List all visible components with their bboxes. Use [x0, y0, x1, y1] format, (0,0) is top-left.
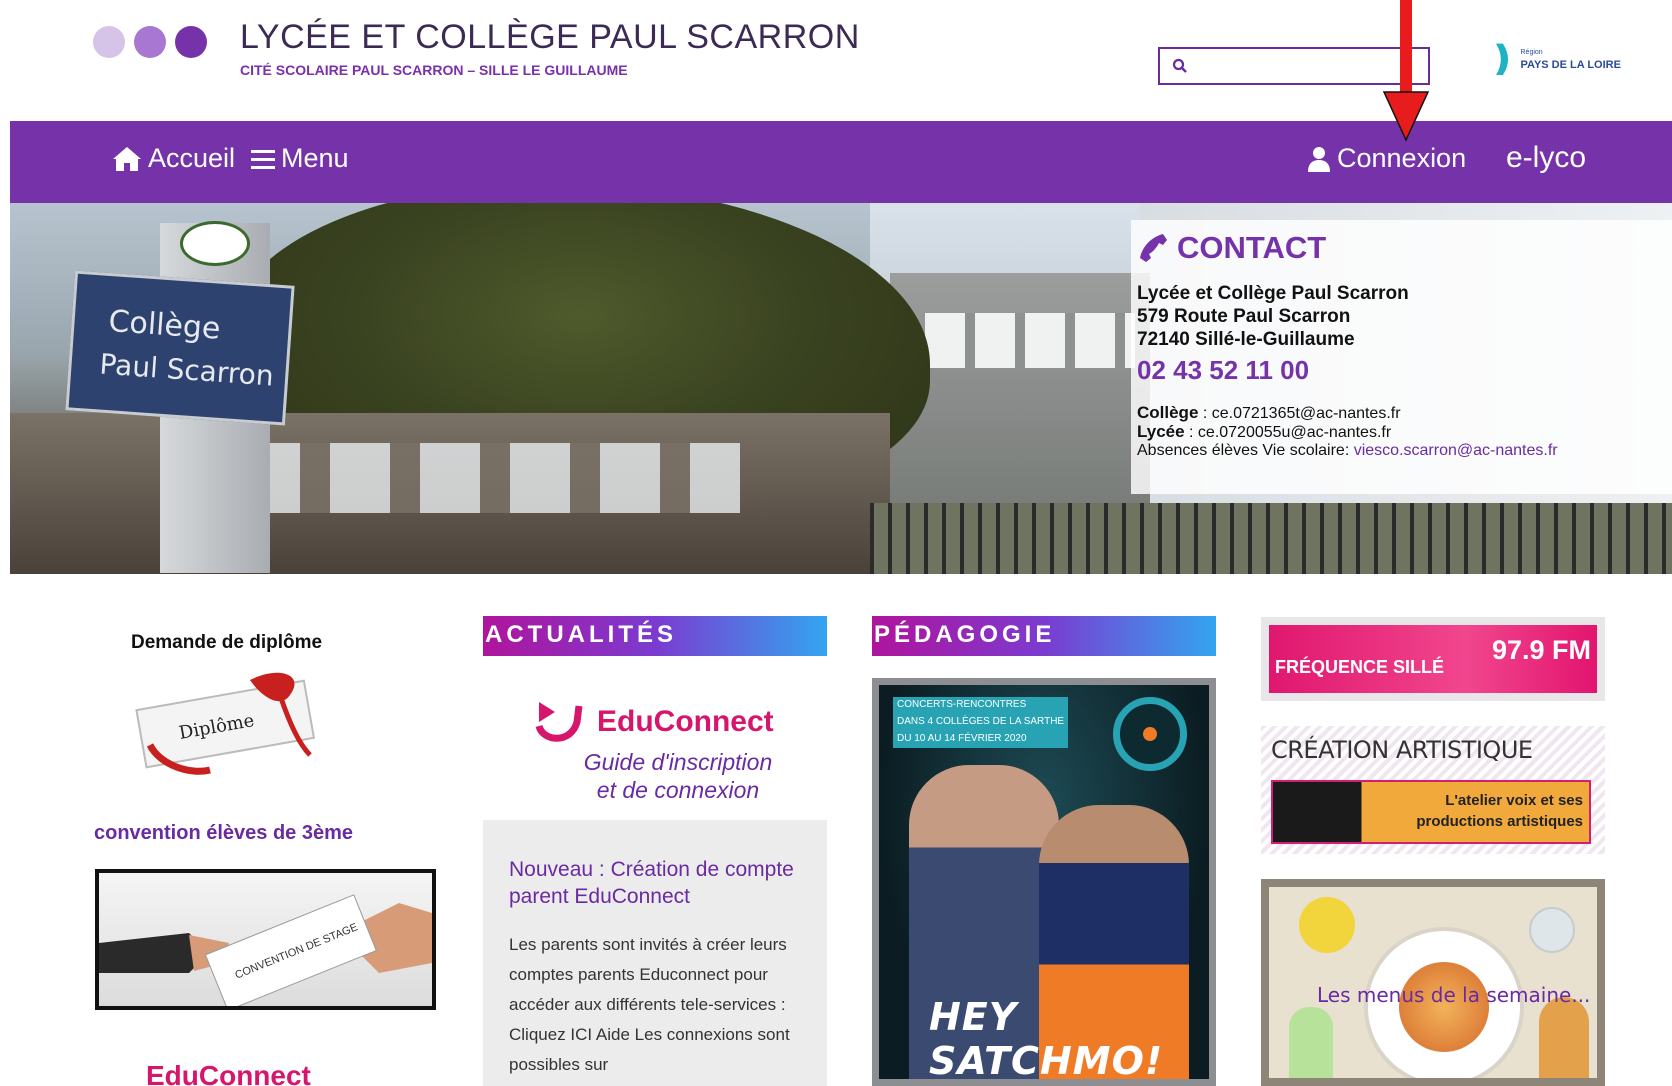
hero-sign-line1: Collège [107, 304, 222, 347]
educonnect-bottom-link[interactable]: EduConnect [146, 1060, 311, 1086]
menus-label: Les menus de la semaine... [1317, 983, 1591, 1007]
contact-emails: Collège : ce.0721365t@ac-nantes.fr Lycée… [1137, 404, 1672, 460]
contact-panel: CONTACT Lycée et Collège Paul Scarron 57… [1131, 220, 1672, 494]
contact-address-line1: Lycée et Collège Paul Scarron [1137, 283, 1409, 304]
logo-dot-dark [175, 26, 207, 58]
phone-icon [1140, 234, 1167, 262]
absences-email-link[interactable]: viesco.scarron@ac-nantes.fr [1354, 442, 1558, 459]
radio-frequency: 97.9 FM [1491, 635, 1591, 665]
hero-school-sign: Collège Paul Scarron [65, 270, 295, 426]
nav-home-label: Accueil [148, 143, 236, 173]
radio-banner[interactable]: FRÉQUENCE SILLÉ 97.9 FM [1261, 617, 1605, 701]
diploma-image[interactable]: Diplôme [130, 665, 320, 780]
creation-band-line2: productions artistiques [1416, 813, 1583, 830]
news-body: Les parents sont invités à créer leurs c… [509, 935, 790, 1074]
red-arrow-annotation [1382, 0, 1430, 142]
educonnect-subtitle-line1: Guide d'inscription [583, 749, 773, 775]
menus-image: Les menus de la semaine... [1269, 887, 1597, 1078]
creation-title: CRÉATION ARTISTIQUE [1271, 736, 1533, 764]
hero-windows-mid [925, 313, 1135, 368]
food-icon [1399, 962, 1489, 1052]
lycee-label: Lycée [1137, 422, 1185, 441]
educonnect-logo-icon [535, 702, 583, 742]
pedagogie-heading[interactable]: PÉDAGOGIE [872, 616, 1216, 656]
creation-band-text: L'atelier voix et ses productions artist… [1416, 790, 1583, 832]
pedagogie-poster[interactable]: CONCERTS-RENCONTRES DANS 4 COLLÈGES DE L… [872, 678, 1216, 1086]
absences-label: Absences élèves Vie scolaire: [1137, 442, 1354, 459]
hero-windows-left [240, 443, 740, 513]
glass-icon [1529, 907, 1575, 953]
college-email[interactable]: : ce.0721365t@ac-nantes.fr [1198, 405, 1401, 422]
educonnect-subtitle-line2: et de connexion [596, 777, 760, 803]
poster-tag-line1: CONCERTS-RENCONTRES [897, 699, 1027, 710]
college-label: Collège [1137, 403, 1199, 422]
convention-illustration: CONVENTION DE STAGE [99, 894, 432, 1012]
menus-banner[interactable]: Les menus de la semaine... [1261, 879, 1605, 1086]
creation-band: L'atelier voix et ses productions artist… [1271, 780, 1591, 844]
search-icon[interactable] [1172, 58, 1188, 74]
jazz-badge-icon [1113, 697, 1187, 771]
poster-tag-line2: DANS 4 COLLÈGES DE LA SARTHE [897, 716, 1065, 727]
user-icon [1308, 146, 1330, 172]
radio-banner-inner: FRÉQUENCE SILLÉ 97.9 FM [1269, 625, 1597, 693]
salad-icon [1289, 1007, 1333, 1078]
bread-icon [1539, 997, 1589, 1078]
poster-tag-line3: DU 10 AU 14 FÉVRIER 2020 [897, 733, 1027, 744]
logo-dots[interactable] [93, 26, 207, 58]
creation-band-line1: L'atelier voix et ses [1445, 792, 1583, 809]
educonnect-name: EduConnect [597, 705, 774, 738]
contact-address-line3: 72140 Sillé-le-Guillaume [1137, 329, 1355, 350]
lemon-icon [1299, 897, 1355, 953]
site-title[interactable]: LYCÉE ET COLLÈGE PAUL SCARRON [240, 18, 860, 57]
contact-address-line2: 579 Route Paul Scarron [1137, 306, 1351, 327]
region-logo-small: Région [1520, 49, 1543, 56]
news-item: Nouveau : Création de compte parent EduC… [483, 820, 827, 1086]
convention-title[interactable]: convention élèves de 3ème [94, 822, 353, 845]
elyco-link[interactable]: e-lyco [1506, 141, 1586, 175]
logo-dot-medium [134, 26, 166, 58]
poster-title: HEY SATCHMO! [929, 995, 1164, 1079]
region-logo-mark-icon: ❫ [1488, 40, 1517, 78]
hero-fence [870, 503, 1672, 574]
news-title[interactable]: Nouveau : Création de compte parent EduC… [509, 856, 803, 910]
educonnect-logo: EduConnect [535, 698, 774, 746]
educonnect-card[interactable]: EduConnect Guide d'inscription et de con… [483, 680, 827, 820]
home-icon [113, 146, 141, 171]
diploma-title[interactable]: Demande de diplôme [131, 632, 322, 654]
educonnect-subtitle: Guide d'inscription et de connexion [483, 748, 873, 804]
logo-dot-light [93, 26, 125, 58]
nav-login-label: Connexion [1337, 143, 1467, 173]
lycee-email[interactable]: : ce.0720055u@ac-nantes.fr [1185, 424, 1391, 441]
contact-phone[interactable]: 02 43 52 11 00 [1137, 355, 1672, 386]
poster-tag: CONCERTS-RENCONTRES DANS 4 COLLÈGES DE L… [893, 697, 1069, 748]
convention-image[interactable]: CONVENTION DE STAGE [95, 869, 436, 1012]
site-subtitle: CITÉ SCOLAIRE PAUL SCARRON – SILLE LE GU… [240, 62, 628, 78]
contact-heading-label: CONTACT [1177, 230, 1327, 265]
nav-menu[interactable]: Menu [251, 143, 349, 174]
nav-menu-label: Menu [281, 143, 349, 173]
hamburger-icon [251, 149, 275, 169]
nav-home[interactable]: Accueil [112, 143, 235, 174]
hero-sign-logo [180, 221, 250, 266]
contact-address: Lycée et Collège Paul Scarron 579 Route … [1137, 282, 1672, 351]
region-logo[interactable]: ❫ Région PAYS DE LA LOIRE [1488, 40, 1621, 78]
region-logo-text: PAYS DE LA LOIRE [1520, 59, 1621, 71]
contact-heading: CONTACT [1137, 230, 1672, 266]
nav-login[interactable]: Connexion [1307, 143, 1466, 174]
actualites-heading[interactable]: ACTUALITÉS [483, 616, 827, 656]
poster-image: CONCERTS-RENCONTRES DANS 4 COLLÈGES DE L… [879, 685, 1209, 1079]
hero-sign-line2: Paul Scarron [98, 347, 275, 393]
radio-name: FRÉQUENCE SILLÉ [1275, 657, 1445, 677]
creation-artistique-banner[interactable]: CRÉATION ARTISTIQUE L'atelier voix et se… [1261, 726, 1605, 854]
